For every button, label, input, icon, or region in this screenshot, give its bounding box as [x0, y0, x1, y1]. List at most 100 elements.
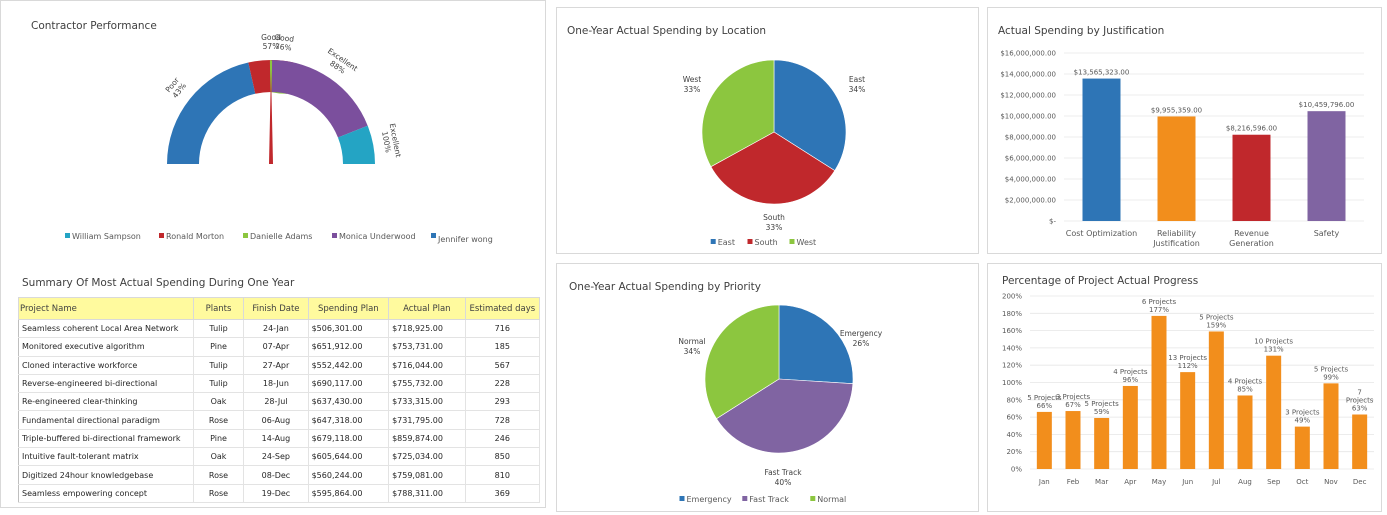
table-cell: 293: [465, 392, 541, 412]
table-cell: $716,044.00: [388, 356, 466, 375]
table-cell: Oak: [193, 447, 245, 467]
bar-data-label: $8,216,596.00: [1226, 125, 1277, 133]
x-tick-label: Oct: [1296, 478, 1308, 486]
table-header: Plants: [192, 297, 245, 320]
contractor-gauge-chart: Poor43%Good 57%Good76% Excellent88%Excelle…: [65, 33, 493, 244]
table-cell: Seamless coherent Local Area Network: [18, 319, 194, 339]
table-cell: 850: [465, 447, 541, 467]
bar: [1237, 395, 1253, 469]
table-header: Actual Plan: [388, 297, 466, 320]
table-cell: Pine: [193, 429, 245, 449]
bar: [1352, 414, 1368, 469]
table-cell: 08-Dec: [243, 465, 309, 485]
bar-data-line: 4 Projects: [1113, 368, 1148, 376]
bar-data-line: 3 Projects: [1285, 409, 1320, 417]
table-cell: Pine: [193, 337, 245, 357]
bar: [1180, 372, 1196, 469]
table-cell: $759,081.00: [388, 465, 466, 485]
bar: [1307, 111, 1346, 221]
bar-data-line: 6 Projects: [1142, 298, 1177, 306]
x-tick-label: Reliability Justification: [1152, 229, 1200, 248]
table-cell: $605,644.00: [308, 447, 390, 467]
legend-swatch: [810, 496, 816, 501]
table-cell: Rose: [193, 484, 245, 503]
pie-legend-label: East: [718, 238, 735, 247]
table-cell: $690,117.00: [308, 374, 390, 394]
table-cell: Rose: [193, 410, 245, 430]
legend-swatch: [243, 233, 248, 238]
pie-legend-label: Emergency: [687, 495, 732, 504]
legend-swatch: [159, 233, 164, 238]
legend-swatch: [431, 233, 436, 238]
pie-label-pct: 34%: [849, 85, 866, 94]
gauge-segment: [167, 62, 256, 165]
table-cell: $718,925.00: [388, 319, 466, 339]
gauge-legend-label: Jennifer wong: [437, 235, 493, 244]
table-cell: Reverse-engineered bi-directional: [18, 374, 194, 394]
table-cell: Tulip: [193, 374, 245, 394]
table-row: Seamless coherent Local Area Network Tuli…: [18, 319, 541, 339]
table-cell: $647,318.00: [308, 410, 390, 430]
x-tick-label: Dec: [1353, 478, 1367, 486]
y-tick-label: 140%: [1002, 344, 1022, 352]
bar-data-label: $10,459,796.00: [1299, 101, 1355, 109]
bar: [1323, 383, 1339, 469]
bar: [1122, 385, 1138, 469]
gauge-data-label: Excellent88%: [321, 46, 359, 80]
bar-data-label: 5 Projects 159%: [1199, 313, 1234, 329]
pie-label-pct: 34%: [684, 347, 701, 356]
table-cell: 567: [465, 356, 541, 375]
bar-data-label: 5 Projects 59%: [1085, 400, 1120, 416]
bar-data-line: 4 Projects: [1228, 377, 1263, 385]
priority-pie-chart: Emergency 26%Fast Track 40%Normal 34%Emerge…: [678, 304, 883, 504]
y-tick-label: 200%: [1002, 293, 1022, 301]
pie-label-pct: 40%: [775, 478, 792, 487]
x-tick-line: Justification: [1152, 239, 1200, 248]
y-tick-label: 180%: [1002, 310, 1022, 318]
x-tick-label: Cost Optimization: [1066, 229, 1138, 238]
location-pie-panel: One-Year Actual Spending by Location Eas…: [556, 7, 979, 254]
x-tick-label: Aug: [1238, 478, 1252, 486]
bar-data-label: 10 Projects 131%: [1254, 338, 1293, 354]
table-cell: 28-Jul: [243, 392, 309, 412]
table-row: Fundamental directional paradigm Rose 06-A…: [18, 410, 541, 430]
y-tick-label: 60%: [1006, 414, 1022, 422]
legend-swatch: [742, 496, 748, 501]
y-tick-label: $4,000,000.00: [1005, 176, 1056, 184]
y-tick-label: $8,000,000.00: [1005, 134, 1056, 142]
pie-label-category: Normal: [678, 337, 705, 346]
table-row: Reverse-engineered bi-directional Tulip 18…: [18, 374, 541, 394]
y-tick-label: $10,000,000.00: [1000, 113, 1056, 121]
table-row: Monitored executive algorithm Pine 07-Apr $…: [18, 337, 541, 357]
y-tick-label: 80%: [1006, 396, 1022, 404]
pie-data-label: Normal 34%: [678, 337, 705, 356]
x-tick-line: Reliability: [1157, 229, 1196, 238]
x-tick-label: May: [1152, 478, 1166, 486]
y-tick-label: $12,000,000.00: [1000, 92, 1056, 100]
bar-data-label: $13,565,323.00: [1074, 69, 1130, 77]
y-tick-label: $14,000,000.00: [1000, 71, 1056, 79]
bar: [1157, 116, 1196, 221]
pie-legend-label: South: [755, 238, 778, 247]
priority-pie-panel: One-Year Actual Spending by Priority Eme…: [556, 263, 979, 512]
table-cell: 728: [465, 410, 541, 430]
bar-data-line: 67%: [1065, 401, 1081, 409]
contractor-performance-panel: Contractor Performance Poor43% Good 57% Goo…: [0, 0, 546, 508]
table-cell: 185: [465, 337, 541, 357]
legend-swatch: [679, 496, 685, 501]
bar: [1294, 426, 1310, 469]
table-row: Seamless empowering concept Rose 19-Dec $59…: [18, 484, 541, 503]
table-header: Project Name: [18, 297, 194, 320]
bar-data-label: 4 Projects 96%: [1113, 368, 1148, 384]
summary-title: Summary Of Most Actual Spending During O…: [22, 277, 295, 289]
pie-legend-label: Normal: [817, 495, 846, 504]
table-cell: $506,301.00: [308, 319, 390, 339]
legend-swatch: [332, 233, 337, 238]
x-tick-label: Sep: [1267, 478, 1281, 486]
pie-slice: [778, 304, 854, 384]
table-cell: Tulip: [193, 319, 245, 339]
table-cell: Re-engineered clear-thinking: [18, 392, 194, 412]
bar-data-line: 49%: [1295, 417, 1311, 425]
bar-data-line: Projects: [1346, 397, 1374, 405]
bar-data-label: 5 Projects 99%: [1314, 365, 1349, 381]
